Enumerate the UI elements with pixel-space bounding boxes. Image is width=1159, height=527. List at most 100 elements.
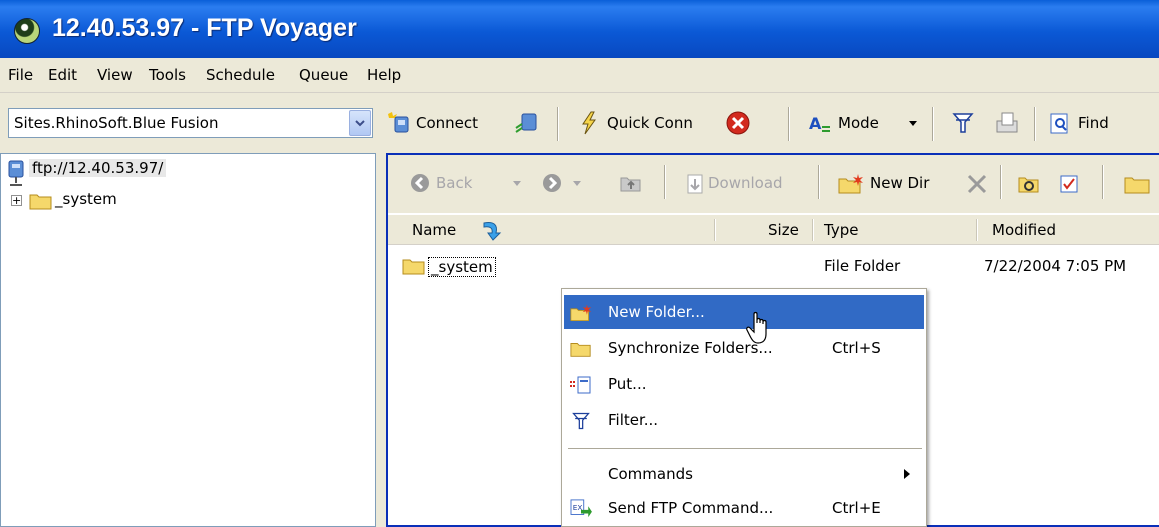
dropdown-arrow-icon bbox=[573, 181, 581, 186]
forward-arrow-icon bbox=[543, 174, 561, 192]
new-dir-label: New Dir bbox=[870, 174, 930, 192]
menu-item-send-ftp-command[interactable]: EX Send FTP Command... Ctrl+E bbox=[564, 491, 924, 525]
submenu-arrow-icon bbox=[904, 469, 910, 479]
context-menu: New Folder... Synchronize Folders... Ctr… bbox=[561, 288, 927, 527]
stop-button[interactable] bbox=[726, 108, 756, 138]
column-divider[interactable] bbox=[714, 219, 716, 241]
menu-item-label: New Folder... bbox=[608, 303, 705, 321]
expand-icon[interactable]: + bbox=[11, 195, 22, 206]
disconnect-button[interactable] bbox=[514, 108, 544, 138]
folder-icon bbox=[402, 259, 425, 275]
column-divider[interactable] bbox=[976, 219, 978, 241]
menu-item-label: Put... bbox=[608, 375, 647, 393]
chevron-down-icon[interactable] bbox=[349, 110, 371, 136]
new-folder-icon bbox=[570, 304, 592, 322]
remote-toolbar: Back Download New Dir bbox=[388, 155, 1159, 213]
toolbar-separator bbox=[1000, 165, 1002, 199]
put-icon bbox=[570, 376, 591, 394]
new-folder-icon bbox=[838, 174, 863, 194]
stop-icon bbox=[726, 111, 750, 135]
site-select[interactable]: Sites.RhinoSoft.Blue Fusion bbox=[8, 108, 373, 138]
svg-text:EX: EX bbox=[573, 503, 583, 512]
server-icon bbox=[8, 160, 24, 186]
find-label: Find bbox=[1078, 114, 1109, 132]
svg-text:A: A bbox=[809, 114, 822, 133]
menu-item-label: Commands bbox=[608, 465, 693, 483]
back-label: Back bbox=[436, 174, 473, 192]
tree-item-system[interactable]: _system bbox=[55, 190, 117, 208]
menu-file[interactable]: File bbox=[8, 66, 33, 84]
toolbar-separator bbox=[788, 107, 790, 141]
checkbox-icon bbox=[1060, 175, 1078, 193]
toolbar-separator bbox=[1102, 165, 1104, 199]
column-size[interactable]: Size bbox=[768, 221, 799, 239]
menu-item-label: Filter... bbox=[608, 411, 659, 429]
find-button[interactable]: Find bbox=[1048, 108, 1148, 138]
mode-button[interactable]: A Mode bbox=[808, 108, 928, 138]
back-arrow-icon bbox=[411, 174, 429, 192]
delete-icon bbox=[967, 174, 987, 194]
menu-item-filter[interactable]: Filter... bbox=[564, 403, 924, 437]
download-label: Download bbox=[708, 174, 783, 192]
dropdown-arrow-icon bbox=[909, 121, 917, 126]
folder-icon bbox=[1124, 177, 1150, 194]
sort-arrow-icon bbox=[483, 222, 502, 241]
mode-label: Mode bbox=[838, 114, 879, 132]
dropdown-arrow-icon bbox=[513, 181, 521, 186]
file-modified: 7/22/2004 7:05 PM bbox=[984, 257, 1127, 275]
properties-button[interactable] bbox=[994, 108, 1022, 138]
refresh-folder-icon bbox=[1018, 177, 1039, 193]
window-title: 12.40.53.97 - FTP Voyager bbox=[52, 14, 357, 42]
table-row[interactable]: _system File Folder 7/22/2004 7:05 PM bbox=[402, 253, 1159, 279]
filter-icon bbox=[572, 412, 590, 430]
app-icon bbox=[14, 18, 40, 44]
menu-tools[interactable]: Tools bbox=[149, 66, 186, 84]
menu-item-put[interactable]: Put... bbox=[564, 367, 924, 401]
file-name: _system bbox=[428, 257, 496, 277]
toolbar-separator bbox=[664, 165, 666, 199]
title-bar[interactable]: 12.40.53.97 - FTP Voyager bbox=[0, 0, 1159, 58]
column-modified[interactable]: Modified bbox=[992, 221, 1056, 239]
toolbar-separator bbox=[557, 107, 559, 141]
file-type: File Folder bbox=[824, 257, 901, 275]
lightning-icon bbox=[582, 111, 596, 135]
menu-schedule[interactable]: Schedule bbox=[206, 66, 275, 84]
folder-icon bbox=[570, 343, 591, 357]
toolbar-separator bbox=[932, 107, 934, 141]
folder-icon bbox=[29, 194, 52, 210]
up-folder-icon bbox=[620, 177, 641, 192]
menu-separator bbox=[568, 448, 922, 450]
menu-bar: File Edit View Tools Schedule Queue Help bbox=[0, 59, 1159, 93]
menu-item-new-folder[interactable]: New Folder... bbox=[564, 295, 924, 329]
menu-view[interactable]: View bbox=[97, 66, 133, 84]
document-tray-icon bbox=[996, 112, 1018, 133]
menu-item-commands[interactable]: Commands bbox=[564, 457, 924, 491]
file-list-header: Name Size Type Modified bbox=[388, 215, 1159, 245]
download-icon bbox=[687, 174, 703, 194]
column-name[interactable]: Name bbox=[412, 221, 456, 239]
filter-icon bbox=[952, 113, 974, 133]
toolbar-separator bbox=[1034, 107, 1036, 141]
menu-item-shortcut: Ctrl+S bbox=[832, 339, 881, 357]
menu-edit[interactable]: Edit bbox=[48, 66, 77, 84]
send-command-icon: EX bbox=[570, 499, 592, 518]
filter-button[interactable] bbox=[952, 108, 978, 138]
network-icon bbox=[515, 113, 537, 133]
quick-connect-label: Quick Conn bbox=[607, 114, 693, 132]
mouse-cursor-icon bbox=[746, 311, 767, 344]
column-type[interactable]: Type bbox=[824, 221, 858, 239]
pane-splitter[interactable] bbox=[376, 153, 386, 527]
menu-queue[interactable]: Queue bbox=[299, 66, 348, 84]
folder-tree[interactable]: ftp://12.40.53.97/ + _system bbox=[0, 153, 376, 527]
menu-help[interactable]: Help bbox=[367, 66, 401, 84]
menu-item-label: Send FTP Command... bbox=[608, 499, 774, 517]
connect-label: Connect bbox=[416, 114, 479, 132]
toolbar-separator bbox=[818, 165, 820, 199]
find-icon bbox=[1050, 113, 1068, 134]
connect-button[interactable]: Connect bbox=[386, 108, 496, 138]
column-divider[interactable] bbox=[812, 219, 814, 241]
menu-item-synchronize-folders[interactable]: Synchronize Folders... Ctrl+S bbox=[564, 331, 924, 365]
quick-connect-button[interactable]: Quick Conn bbox=[577, 108, 697, 138]
tree-root-item[interactable]: ftp://12.40.53.97/ bbox=[29, 159, 167, 177]
main-toolbar: Sites.RhinoSoft.Blue Fusion Connect Quic… bbox=[0, 95, 1159, 153]
